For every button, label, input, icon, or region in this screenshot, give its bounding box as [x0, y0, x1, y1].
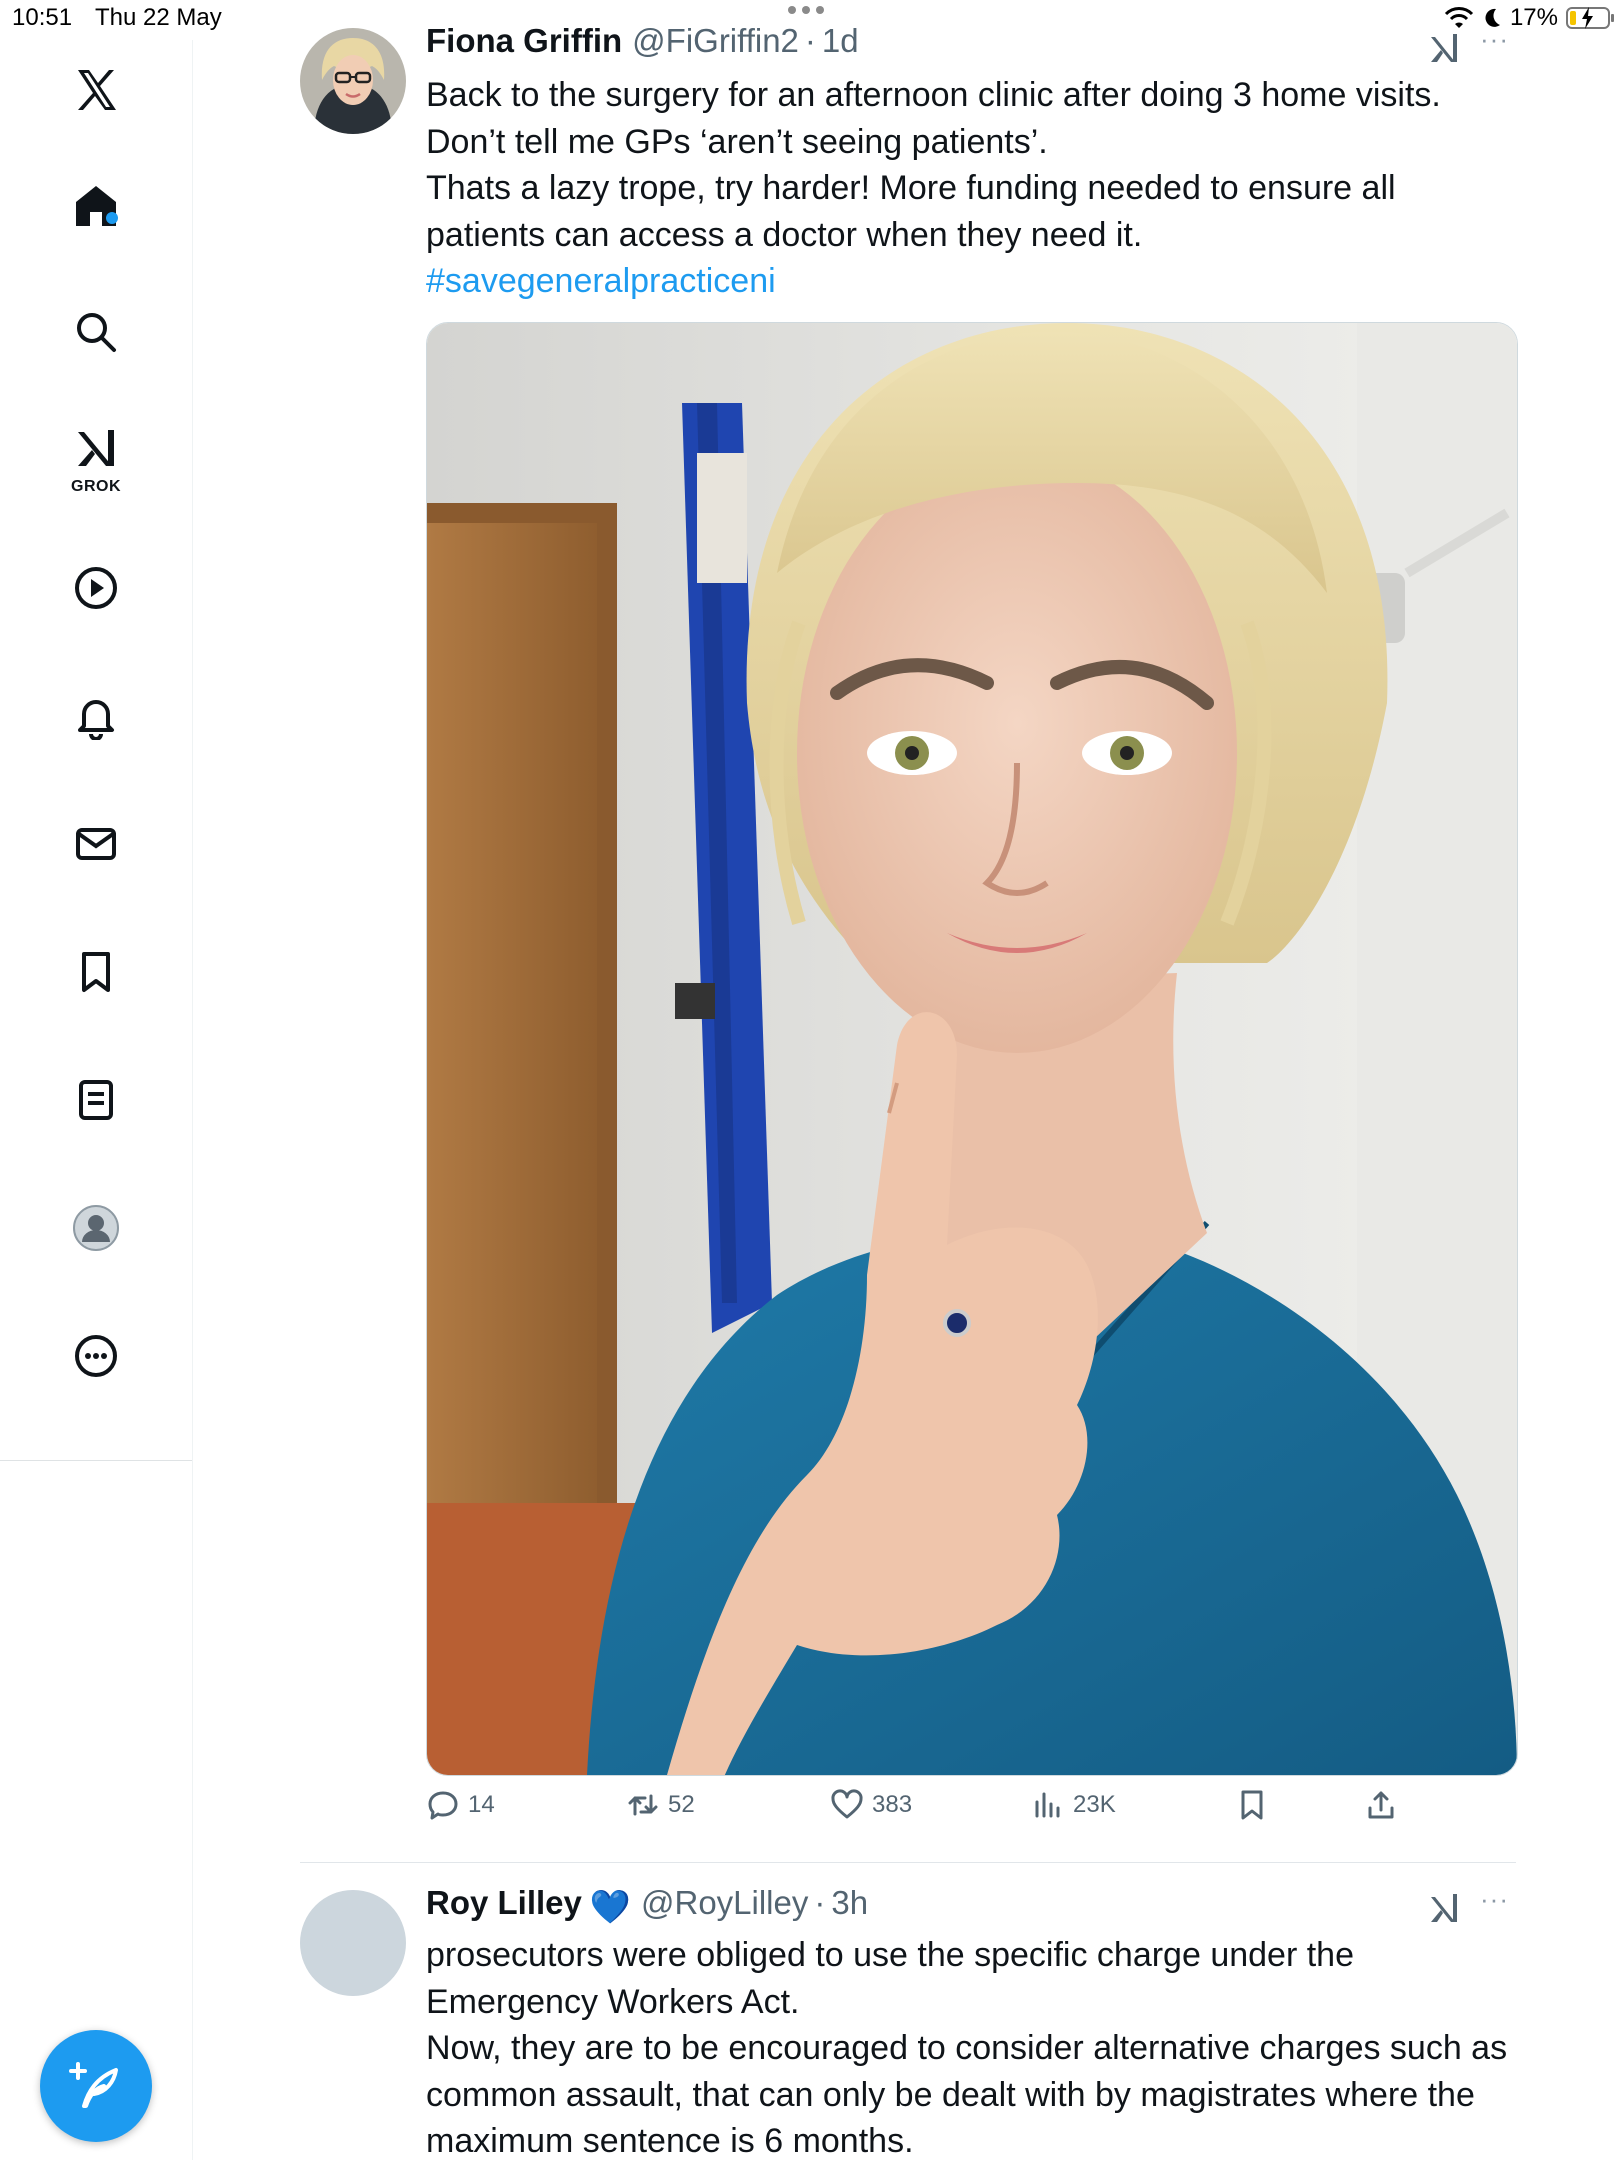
- views-bar-chart-icon: [1035, 1792, 1060, 1818]
- heart-icon: [831, 1789, 863, 1819]
- reply-button[interactable]: 14: [426, 1788, 495, 1822]
- tweet-text-line: Now, they are to be encouraged to consid…: [426, 2029, 1508, 2067]
- wifi-icon: [1444, 7, 1474, 28]
- repost-button[interactable]: 52: [626, 1788, 695, 1822]
- bookmark-button[interactable]: [1235, 1788, 1269, 1822]
- tweet-text-line: Back to the surgery for an afternoon cli…: [426, 76, 1441, 114]
- sidebar-divider: [0, 1460, 192, 1461]
- like-button[interactable]: 383: [830, 1788, 912, 1822]
- tweet-text-line: Don’t tell me GPs ‘aren’t seeing patient…: [426, 122, 1048, 161]
- share-icon: [1368, 1791, 1394, 1819]
- home-icon[interactable]: [66, 176, 126, 236]
- search-icon[interactable]: [66, 302, 126, 362]
- separator: ·: [814, 1884, 826, 1921]
- grok-label: GROK: [71, 478, 121, 495]
- tweet-text-line: prosecutors were obliged to use the spec…: [426, 1936, 1354, 1974]
- author-name[interactable]: Fiona Griffin: [426, 22, 622, 60]
- play-circle-icon[interactable]: [66, 558, 126, 618]
- grok-icon[interactable]: [66, 418, 126, 478]
- battery-icon: [1566, 7, 1614, 29]
- home-notification-dot: [106, 212, 118, 224]
- repost-icon: [628, 1794, 658, 1816]
- compose-feather-icon: [69, 2062, 118, 2108]
- envelope-icon[interactable]: [66, 814, 126, 874]
- author-handle[interactable]: @FiGriffin2: [632, 22, 799, 60]
- bell-icon[interactable]: [66, 686, 126, 746]
- sidebar: GROK: [0, 40, 193, 2160]
- reply-count: 14: [468, 1791, 495, 1818]
- bookmark-icon[interactable]: [66, 942, 126, 1002]
- avatar[interactable]: [300, 28, 406, 134]
- profile-icon[interactable]: [66, 1198, 126, 1258]
- charging-bolt-icon: [1582, 7, 1593, 29]
- compose-button[interactable]: [40, 2030, 152, 2142]
- multitasking-dots-icon[interactable]: [788, 6, 824, 14]
- tweet-media-photo[interactable]: [426, 322, 1518, 1776]
- author-handle[interactable]: @RoyLilley: [641, 1884, 808, 1922]
- tweet-text-line: Thats a lazy trope, try harder! More fun…: [426, 169, 1396, 207]
- tweet-more-icon[interactable]: ···: [1480, 24, 1509, 55]
- tweet-header: Fiona Griffin @FiGriffin2 · 1d: [426, 22, 859, 60]
- tweet-more-icon[interactable]: ···: [1480, 1884, 1509, 1915]
- tweet-header: Roy Lilley 💙 @RoyLilley · 3h: [426, 1884, 868, 1925]
- battery-percent: 17%: [1509, 4, 1558, 31]
- blue-heart-emoji: 💙: [589, 1888, 631, 1925]
- tweet-text: prosecutors were obliged to use the spec…: [426, 1932, 1526, 2165]
- repost-count: 52: [668, 1791, 695, 1818]
- like-count: 383: [872, 1791, 913, 1818]
- grok-explain-icon[interactable]: [1427, 1890, 1463, 1926]
- share-button[interactable]: [1364, 1788, 1398, 1822]
- tweet-text-line: common assault, that can only be dealt w…: [426, 2075, 1475, 2114]
- hashtag-link[interactable]: #savegeneralpracticeni: [426, 258, 1526, 305]
- tweet-actions: 14 52 383 23K: [426, 1788, 1516, 1836]
- more-circle-icon[interactable]: [66, 1326, 126, 1386]
- selfie-photo: [427, 323, 1517, 1775]
- tweet-time[interactable]: 3h: [831, 1884, 868, 1922]
- tweet-divider: [300, 1862, 1516, 1863]
- grok-explain-icon[interactable]: [1427, 30, 1463, 66]
- tweet-text: Back to the surgery for an afternoon cli…: [426, 72, 1526, 305]
- avatar[interactable]: [300, 1890, 406, 1996]
- tweet-text-line: Emergency Workers Act.: [426, 1982, 800, 2021]
- list-icon[interactable]: [66, 1070, 126, 1130]
- separator: ·: [804, 22, 816, 59]
- battery-fill: [1570, 11, 1577, 25]
- reply-icon: [428, 1791, 458, 1820]
- view-count: 23K: [1073, 1791, 1116, 1818]
- views-button[interactable]: 23K: [1031, 1788, 1116, 1822]
- status-date: Thu 22 May: [95, 4, 222, 31]
- author-name[interactable]: Roy Lilley: [426, 1884, 582, 1922]
- tweet-time[interactable]: 1d: [822, 22, 859, 60]
- bookmark-icon: [1241, 1790, 1263, 1820]
- status-time: 10:51: [12, 4, 73, 31]
- tweet-text-line: patients can access a doctor when they n…: [426, 215, 1143, 254]
- status-indicators: 17%: [1444, 4, 1614, 32]
- tweet-text-line: maximum sentence is 6 months.: [426, 2122, 914, 2160]
- x-logo-icon[interactable]: [66, 60, 126, 120]
